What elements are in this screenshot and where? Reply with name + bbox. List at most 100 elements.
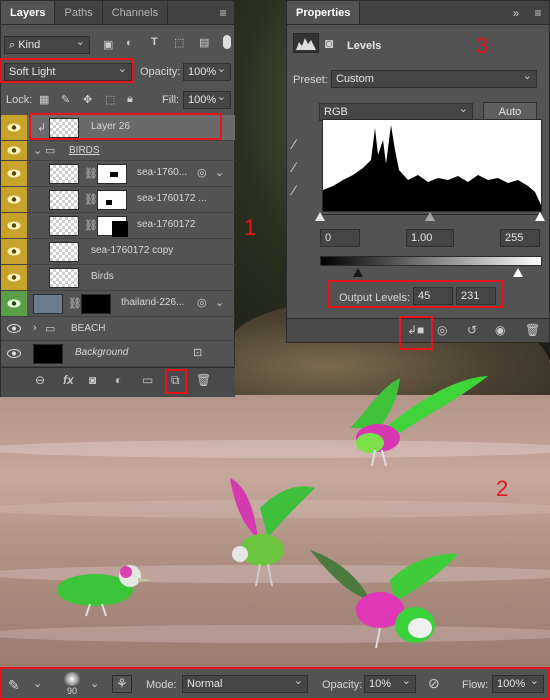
tab-channels[interactable]: Channels: [103, 1, 169, 24]
chevron-down-icon[interactable]: ⌄: [90, 677, 99, 690]
eye-icon[interactable]: [1, 187, 27, 212]
view-previous-icon[interactable]: ◎: [437, 323, 447, 337]
mode-label: Mode:: [146, 679, 177, 691]
layer-row-sea-copy[interactable]: sea-1760172 copy: [1, 239, 235, 265]
chevron-down-icon[interactable]: ⌄: [33, 144, 42, 157]
mask-thumbnail: [97, 216, 128, 237]
new-group-icon[interactable]: ▭: [142, 373, 153, 387]
eyedropper-gray-icon[interactable]: ⁄: [293, 159, 295, 175]
layer-row-layer-26[interactable]: ↲ Layer 26: [1, 115, 235, 141]
brush-icon[interactable]: ✎: [8, 677, 20, 694]
smart-filter-icon[interactable]: ◎: [197, 296, 207, 309]
eye-icon[interactable]: [1, 341, 27, 366]
tab-paths[interactable]: Paths: [55, 1, 103, 24]
layer-row-sea-3[interactable]: ⛓ sea-1760172: [1, 213, 235, 239]
eye-icon[interactable]: [1, 161, 27, 186]
layer-row-background[interactable]: Background ⊡: [1, 341, 235, 367]
eye-icon[interactable]: [1, 239, 27, 264]
chevron-right-icon[interactable]: ›: [33, 322, 37, 334]
lock-artboard-icon[interactable]: ⬚: [105, 93, 115, 106]
filter-pixel-icon[interactable]: ▣: [103, 38, 113, 51]
chevron-down-icon[interactable]: ⌄: [215, 166, 224, 179]
eye-icon[interactable]: [1, 291, 27, 316]
fx-icon[interactable]: fx: [63, 373, 74, 387]
input-gamma-slider[interactable]: [425, 212, 435, 221]
opacity-label: Opacity:: [322, 679, 363, 691]
lock-position-icon[interactable]: ✥: [83, 93, 92, 106]
layer-row-sea-1[interactable]: ⛓ sea-1760... ◎ ⌄: [1, 161, 235, 187]
link-icon[interactable]: ⛓: [84, 193, 98, 206]
add-mask-icon[interactable]: ◙: [89, 373, 96, 387]
levels-icon: [293, 33, 319, 53]
eye-icon[interactable]: [1, 265, 27, 290]
input-gamma-field[interactable]: 1.00: [406, 229, 454, 247]
filter-adjustment-icon[interactable]: ◐: [126, 37, 133, 49]
output-black-field[interactable]: 45: [413, 287, 453, 305]
properties-tabbar: Properties » ≡: [287, 1, 549, 25]
output-white-slider[interactable]: [513, 268, 523, 277]
trash-icon[interactable]: 🗑︎: [196, 373, 211, 387]
pressure-icon[interactable]: ⊘: [428, 675, 440, 692]
panel-menu-icon[interactable]: ≡: [527, 1, 549, 24]
bird-walking: [57, 565, 154, 617]
layer-thumbnail: [49, 268, 79, 288]
adjustment-layer-icon[interactable]: ◐: [115, 373, 122, 387]
filter-smart-icon[interactable]: ▤: [199, 36, 209, 49]
flow-field[interactable]: 100%: [492, 675, 544, 693]
folder-icon: ▭: [45, 323, 56, 335]
smart-filter-icon[interactable]: ◎: [197, 166, 207, 179]
layer-row-birds[interactable]: Birds: [1, 265, 235, 291]
output-black-slider[interactable]: [353, 268, 363, 277]
tab-properties[interactable]: Properties: [287, 1, 361, 24]
reset-icon[interactable]: ↺: [467, 323, 477, 337]
chevron-down-icon[interactable]: ⌄: [33, 677, 42, 690]
lock-pixels-icon[interactable]: ✎: [61, 93, 70, 106]
input-black-field[interactable]: 0: [320, 229, 360, 247]
layer-name: sea-1760172: [137, 219, 196, 230]
layer-row-birds-group[interactable]: ⌄ ▭ BIRDS: [1, 141, 235, 161]
eye-icon[interactable]: [1, 115, 27, 140]
eyedropper-white-icon[interactable]: ⁄: [293, 182, 295, 198]
filter-toggle[interactable]: [223, 35, 231, 49]
eye-icon[interactable]: [1, 213, 27, 238]
filter-kind-select[interactable]: ⌕ Kind: [4, 36, 90, 54]
trash-icon[interactable]: 🗑︎: [525, 323, 540, 337]
eye-icon[interactable]: [1, 141, 27, 160]
link-icon[interactable]: ⛓: [84, 167, 98, 180]
eye-icon[interactable]: [1, 317, 27, 340]
layer-name: sea-1760172 ...: [137, 193, 207, 204]
mask-icon[interactable]: ◙: [325, 35, 333, 51]
blend-mode-select[interactable]: Soft Light: [4, 63, 132, 81]
layer-row-beach-group[interactable]: › ▭ BEACH: [1, 317, 235, 341]
lock-all-icon[interactable]: 🔒︎: [127, 93, 133, 106]
link-icon[interactable]: ⛓: [68, 297, 82, 310]
layer-name: Background: [75, 347, 129, 358]
eyedropper-black-icon[interactable]: ⁄: [293, 136, 295, 152]
opacity-field[interactable]: 100%: [183, 63, 231, 81]
bird-group: [310, 550, 458, 649]
brush-opacity-field[interactable]: 10%: [364, 675, 416, 693]
layer-row-thailand[interactable]: ⛓ thailand-226... ◎ ⌄: [1, 291, 235, 317]
new-layer-icon[interactable]: ⧉: [171, 373, 180, 388]
mode-select[interactable]: Normal: [182, 675, 308, 693]
link-layers-icon[interactable]: ⊖: [35, 373, 45, 387]
lock-transparent-icon[interactable]: ▦: [39, 93, 49, 106]
brush-panel-icon[interactable]: ⚘: [112, 675, 132, 693]
tab-layers[interactable]: Layers: [1, 1, 56, 24]
input-white-slider[interactable]: [535, 212, 545, 221]
output-white-field[interactable]: 231: [456, 287, 496, 305]
input-white-field[interactable]: 255: [500, 229, 540, 247]
clip-to-layer-icon[interactable]: ↲■: [407, 323, 424, 337]
eye-icon[interactable]: ◉: [495, 323, 505, 337]
filter-type-icon[interactable]: T: [151, 36, 158, 48]
link-icon[interactable]: ⛓: [84, 219, 98, 232]
layer-row-sea-2[interactable]: ⛓ sea-1760172 ...: [1, 187, 235, 213]
fill-field[interactable]: 100%: [183, 91, 231, 109]
input-black-slider[interactable]: [315, 212, 325, 221]
brush-preview[interactable]: [62, 672, 82, 686]
preset-select[interactable]: Custom: [331, 70, 537, 88]
collapse-icon[interactable]: »: [505, 1, 527, 24]
panel-menu-icon[interactable]: ≡: [212, 1, 234, 24]
filter-shape-icon[interactable]: ⬚: [174, 36, 184, 49]
chevron-down-icon[interactable]: ⌄: [215, 296, 224, 309]
